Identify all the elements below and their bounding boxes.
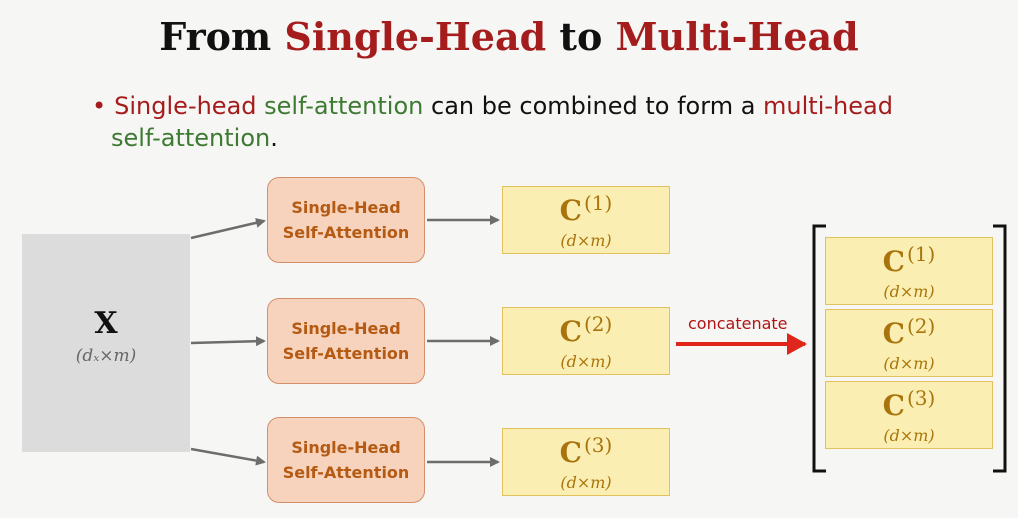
head-line2: Self-Attention [282, 223, 410, 242]
head-line1: Single-Head [291, 319, 401, 338]
head-line2: Self-Attention [282, 344, 410, 363]
single-head-block-2: Single-Head Self-Attention [267, 298, 425, 384]
output-c1: C (1) (d×m) [502, 186, 670, 254]
c-dims: (d×m) [560, 231, 612, 250]
single-head-block-1: Single-Head Self-Attention [267, 177, 425, 263]
c-superscript: (1) [583, 191, 613, 215]
c-dims: (d×m) [560, 352, 612, 371]
c-superscript: (3) [583, 433, 613, 457]
stacked-c1: C (1) (d×m) [825, 237, 993, 305]
c-dims: (d×m) [560, 473, 612, 492]
c-dims: (d×m) [883, 426, 935, 445]
head-line2: Self-Attention [282, 463, 410, 482]
input-label: X [94, 306, 118, 341]
concatenate-label: concatenate [688, 314, 788, 333]
c-dims: (d×m) [883, 354, 935, 373]
arrow-x-to-head-3 [190, 447, 266, 466]
stacked-c3: C (3) (d×m) [825, 381, 993, 449]
c-superscript: (3) [906, 386, 936, 410]
c-label: C [559, 315, 582, 348]
c-label: C [882, 245, 905, 278]
c-superscript: (2) [906, 314, 936, 338]
c-label: C [559, 436, 582, 469]
right-matrix-bracket [993, 224, 1007, 473]
head-line1: Single-Head [291, 438, 401, 457]
input-dims: (dₓ×m) [75, 346, 137, 366]
c-superscript: (2) [583, 312, 613, 336]
c-label: C [559, 194, 582, 227]
input-matrix-x: X (dₓ×m) [22, 234, 190, 452]
head-line1: Single-Head [291, 198, 401, 217]
output-c3: C (3) (d×m) [502, 428, 670, 496]
arrow-x-to-head-2 [190, 336, 266, 347]
c-superscript: (1) [906, 242, 936, 266]
output-c2: C (2) (d×m) [502, 307, 670, 375]
stacked-c2: C (2) (d×m) [825, 309, 993, 377]
arrow-x-to-head-1 [190, 217, 266, 240]
single-head-block-3: Single-Head Self-Attention [267, 417, 425, 503]
c-label: C [882, 317, 905, 350]
c-label: C [882, 389, 905, 422]
c-dims: (d×m) [883, 282, 935, 301]
